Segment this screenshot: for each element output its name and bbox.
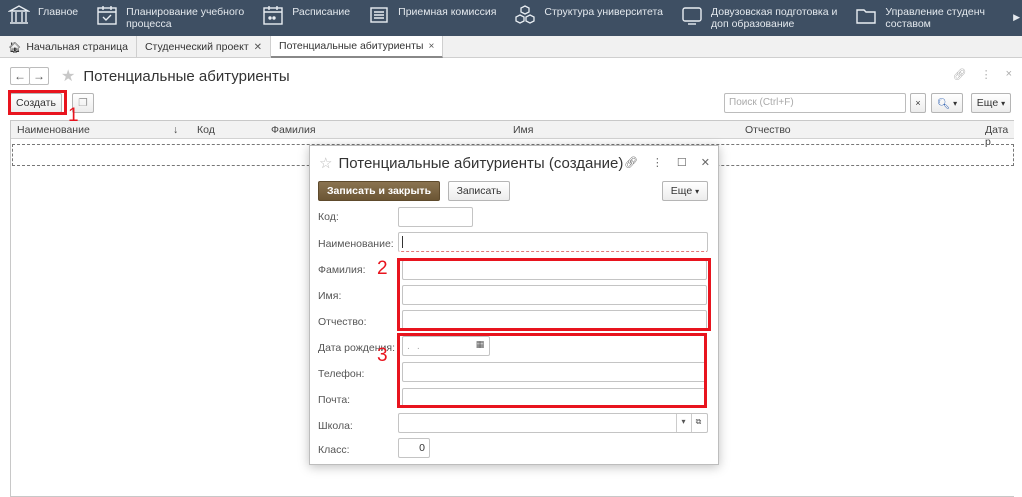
folder-icon [855, 4, 877, 26]
highlight-box-create [8, 90, 67, 115]
clear-search-button[interactable]: × [910, 93, 926, 113]
menu-icon[interactable]: ⋮ [652, 156, 663, 169]
favorite-star-icon[interactable]: ☆ [319, 154, 332, 172]
close-icon: × [915, 98, 921, 108]
search-icon: 🔍︎ [936, 97, 951, 110]
list-window-controls: 🔗︎ ⋮ × [953, 68, 1012, 81]
calendar-check-icon [96, 4, 118, 26]
forward-button[interactable]: → [29, 67, 49, 85]
code-field[interactable] [398, 207, 473, 227]
sort-arrow-icon: ↓ [173, 124, 179, 136]
sections-panel: Главное Планирование учебного процесса Ра… [0, 0, 1022, 36]
phone-label: Телефон: [318, 368, 365, 380]
chevron-down-icon: ▾ [953, 98, 958, 108]
section-student-management[interactable]: Управление студенч составом [847, 0, 995, 36]
link-icon[interactable]: 🔗︎ [953, 68, 967, 81]
annotation-number: 2 [377, 258, 388, 279]
school-label: Школа: [318, 420, 353, 432]
section-label: Управление студенч составом [885, 6, 985, 30]
column-header-name[interactable]: Наименование [17, 124, 90, 136]
open-icon[interactable]: ⧉ [691, 414, 705, 432]
grade-label: Класс: [318, 444, 350, 456]
highlight-box-names [397, 258, 711, 331]
dialog-title: Потенциальные абитуриенты (создание) [338, 154, 624, 172]
section-main[interactable]: Главное [0, 0, 88, 36]
close-icon[interactable]: × [1006, 68, 1012, 81]
section-label: Структура университета [544, 6, 664, 18]
section-label: Главное [38, 6, 79, 18]
list-toolbar: Создать ❐ Поиск (Ctrl+F) × 🔍︎ ▾ Еще ▾ [10, 92, 1014, 114]
section-structure[interactable]: Структура университета [506, 0, 673, 36]
monitor-icon [681, 4, 703, 26]
section-schedule[interactable]: Расписание [254, 0, 360, 36]
list-icon [368, 4, 390, 26]
menu-icon[interactable]: ⋮ [981, 68, 992, 81]
more-button[interactable]: Еще ▾ [971, 93, 1011, 113]
close-icon[interactable]: ✕ [254, 42, 262, 53]
name-field[interactable] [398, 232, 708, 252]
cubes-icon [514, 4, 536, 26]
tabs-bar: 🏠︎ Начальная страница Студенческий проек… [0, 36, 1022, 58]
section-label: Довузовская подготовка и доп образование [711, 6, 838, 30]
section-admissions[interactable]: Приемная комиссия [360, 0, 506, 36]
annotation-number: 3 [377, 345, 388, 366]
code-label: Код: [318, 211, 339, 223]
tab-potential-applicants[interactable]: Потенциальные абитуриенты × [271, 36, 444, 58]
tab-home[interactable]: 🏠︎ Начальная страница [0, 36, 137, 58]
section-planning[interactable]: Планирование учебного процесса [88, 0, 254, 36]
back-button[interactable]: ← [10, 67, 30, 85]
chevron-down-icon: ▾ [695, 186, 700, 196]
section-label: Приемная комиссия [398, 6, 497, 18]
text-cursor [402, 236, 403, 248]
annotation-number: 1 [68, 105, 79, 126]
building-icon [8, 4, 30, 26]
column-header-firstname[interactable]: Имя [513, 124, 533, 136]
save-button[interactable]: Записать [448, 181, 510, 201]
link-icon[interactable]: 🔗︎ [624, 156, 638, 169]
scroll-right-icon[interactable]: ▶ [1013, 12, 1020, 23]
patronymic-label: Отчество: [318, 316, 367, 328]
surname-label: Фамилия: [318, 264, 366, 276]
column-header-surname[interactable]: Фамилия [271, 124, 316, 136]
chevron-down-icon[interactable]: ▾ [676, 414, 690, 432]
firstname-label: Имя: [318, 290, 342, 302]
search-button[interactable]: 🔍︎ ▾ [931, 93, 963, 113]
tab-student-project[interactable]: Студенческий проект ✕ [137, 36, 272, 58]
home-icon: 🏠︎ [8, 41, 22, 54]
table-header: Наименование ↓ Код Фамилия Имя Отчество … [11, 121, 1014, 148]
highlight-box-contacts [397, 333, 707, 408]
copy-icon: ❐ [78, 97, 88, 109]
chevron-down-icon: ▾ [1001, 98, 1006, 108]
email-label: Почта: [318, 394, 351, 406]
calendar-icon [262, 4, 284, 26]
dialog-header: ☆ Потенциальные абитуриенты (создание) [319, 154, 624, 173]
section-preuniversity[interactable]: Довузовская подготовка и доп образование [673, 0, 847, 36]
search-input[interactable]: Поиск (Ctrl+F) [724, 93, 906, 113]
list-header: ← → ★ Потенциальные абитуриенты [10, 66, 290, 86]
favorite-star-icon[interactable]: ★ [61, 66, 75, 86]
name-label: Наименование: [318, 238, 394, 250]
school-select[interactable] [398, 413, 708, 433]
more-button[interactable]: Еще ▾ [662, 181, 708, 201]
save-and-close-button[interactable]: Записать и закрыть [318, 181, 440, 201]
column-header-patronymic[interactable]: Отчество [745, 124, 791, 136]
close-icon[interactable]: × [428, 41, 434, 52]
section-label: Расписание [292, 6, 351, 18]
column-header-code[interactable]: Код [197, 124, 215, 136]
dialog-window-controls: 🔗︎ ⋮ ☐ ✕ [624, 156, 710, 169]
section-label: Планирование учебного процесса [126, 6, 245, 30]
grade-field[interactable]: 0 [398, 438, 430, 458]
maximize-icon[interactable]: ☐ [677, 156, 687, 169]
close-icon[interactable]: ✕ [701, 156, 710, 169]
page-title: Потенциальные абитуриенты [83, 67, 290, 85]
